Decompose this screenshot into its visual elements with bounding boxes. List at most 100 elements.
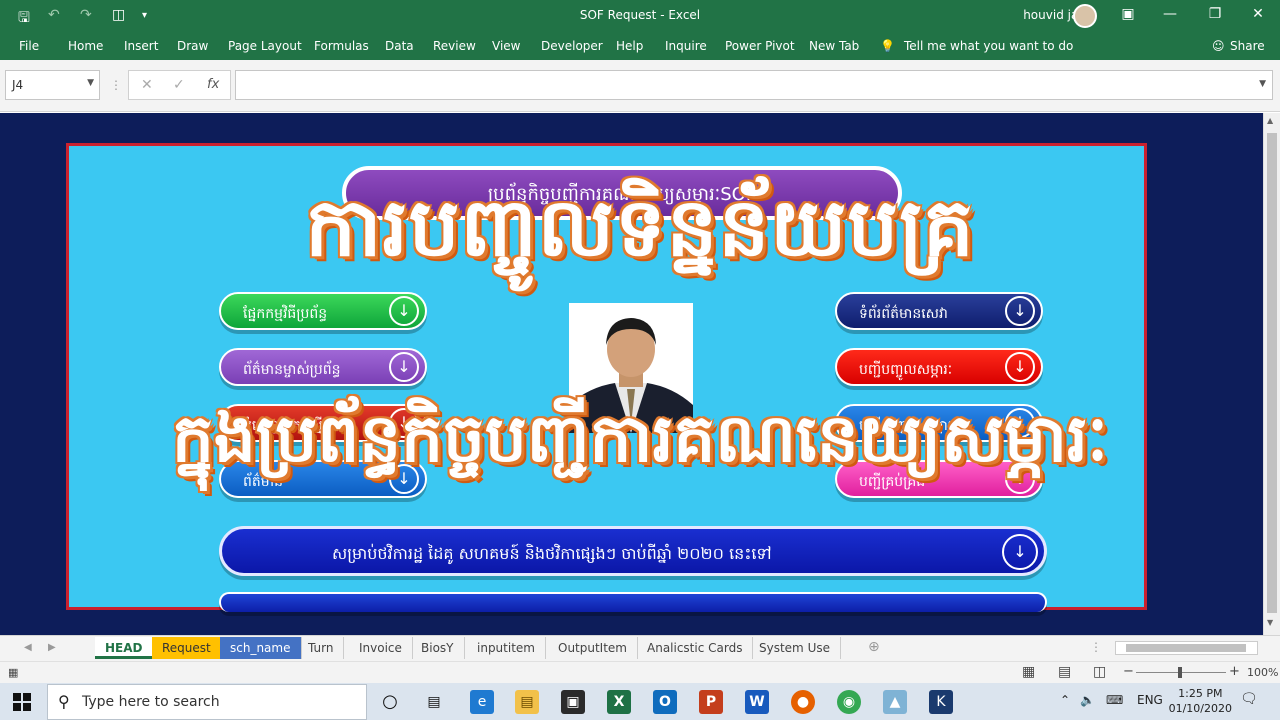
chrome-icon[interactable]: ◉ [837, 690, 861, 714]
tab-home[interactable]: Home [68, 39, 103, 53]
macro-record-icon[interactable]: ▦ [8, 666, 18, 679]
title-bar: 🖫 ↶ ↷ ◫ ▾ SOF Request - Excel houvid jam… [0, 0, 1280, 32]
left-button-2-label: ព័ត៌មានម្ចាស់ប្រព័ន្ធ [243, 362, 341, 378]
notifications-icon[interactable]: 🗨 [1240, 691, 1258, 707]
word-icon[interactable]: W [745, 690, 769, 714]
maximize-icon[interactable]: ❐ [1205, 6, 1225, 22]
left-button-2[interactable]: ព័ត៌មានម្ចាស់ប្រព័ន្ធ ↓ [219, 348, 427, 386]
sheet-tab-analicstic-cards[interactable]: Analicstic Cards [637, 637, 754, 659]
tab-data[interactable]: Data [385, 39, 414, 53]
zoom-in-icon[interactable]: + [1229, 664, 1240, 679]
task-view-icon[interactable]: ▤ [422, 690, 446, 714]
volume-icon[interactable]: 🔈 [1080, 693, 1095, 707]
add-sheet-icon[interactable]: ⊕ [868, 639, 880, 655]
cancel-icon[interactable]: ✕ [141, 77, 153, 93]
taskbar-search[interactable]: ⚲ Type here to search [47, 684, 367, 720]
zoom-slider-thumb[interactable] [1178, 667, 1182, 678]
right-button-2-label: បញ្ជីបញ្ចូលសម្ភារៈ [859, 362, 953, 378]
windows-start-icon[interactable] [13, 693, 31, 711]
close-icon[interactable]: ✕ [1248, 6, 1268, 22]
share-icon: ☺ [1212, 39, 1225, 53]
status-bar: ▦ ▦ ▤ ◫ − + 100% [0, 661, 1280, 683]
enter-icon[interactable]: ✓ [173, 77, 185, 93]
normal-view-icon[interactable]: ▦ [1022, 664, 1035, 680]
chevron-up-icon[interactable]: ⌃ [1060, 693, 1070, 707]
page-break-view-icon[interactable]: ◫ [1093, 664, 1106, 680]
sheet-tab-turn[interactable]: Turn [298, 637, 345, 659]
arrow-down-icon: ↓ [389, 352, 419, 382]
left-button-1-label: ផ្នែកកម្មវិធីប្រព័ន្ធ [243, 306, 328, 322]
scroll-down-icon[interactable]: ▼ [1267, 618, 1273, 627]
edge-icon[interactable]: e [470, 690, 494, 714]
search-icon: ⚲ [58, 692, 70, 711]
clock[interactable]: 1:25 PM 01/10/2020 [1169, 686, 1232, 716]
arrow-down-icon: ↓ [1005, 352, 1035, 382]
lightbulb-icon: 💡 [880, 39, 895, 53]
next-sheet-icon[interactable]: ▶ [48, 642, 56, 653]
file-explorer-icon[interactable]: ▤ [515, 690, 539, 714]
ribbon-tabs: File Home Insert Draw Page Layout Formul… [0, 32, 1280, 60]
sheet-tab-head[interactable]: HEAD [95, 637, 154, 659]
partial-bottom-button[interactable] [219, 592, 1047, 612]
formula-input[interactable]: ▼ [235, 70, 1273, 100]
keyboard-icon[interactable]: ⌨ [1106, 693, 1123, 707]
tab-page-layout[interactable]: Page Layout [228, 39, 302, 53]
share-button[interactable]: Share [1230, 39, 1265, 53]
scroll-up-icon[interactable]: ▲ [1267, 116, 1273, 125]
search-placeholder: Type here to search [82, 694, 220, 710]
tab-view[interactable]: View [492, 39, 520, 53]
left-button-1[interactable]: ផ្នែកកម្មវិធីប្រព័ន្ធ ↓ [219, 292, 427, 330]
long-info-label: សម្រាប់ថវិការដ្ឋ ដៃគូ សហគមន៍ និងថវិកាផ្ស… [332, 544, 772, 563]
outlook-icon[interactable]: O [653, 690, 677, 714]
overlay-title-line-1: ការបញ្ចូលទិន្នន័យបគ្រ [305, 181, 975, 274]
name-box[interactable]: J4 ▼ [5, 70, 100, 100]
horizontal-scrollbar[interactable] [1115, 641, 1258, 655]
prev-sheet-icon[interactable]: ◀ [24, 642, 32, 653]
clock-time: 1:25 PM [1178, 687, 1223, 700]
minimize-icon[interactable]: — [1160, 6, 1180, 22]
tab-review[interactable]: Review [433, 39, 476, 53]
vs-code-icon[interactable]: K [929, 690, 953, 714]
store-icon[interactable]: ▣ [561, 690, 585, 714]
firefox-icon[interactable]: ● [791, 690, 815, 714]
language-indicator[interactable]: ENG [1137, 693, 1163, 707]
zoom-level[interactable]: 100% [1247, 666, 1278, 679]
tab-draw[interactable]: Draw [177, 39, 208, 53]
cortana-icon[interactable]: ○ [378, 690, 402, 714]
excel-icon[interactable]: X [607, 690, 631, 714]
ribbon-display-icon[interactable]: ▣ [1118, 6, 1138, 22]
powerpoint-icon[interactable]: P [699, 690, 723, 714]
zoom-out-icon[interactable]: − [1123, 664, 1134, 679]
arrow-down-icon: ↓ [1005, 296, 1035, 326]
page-layout-view-icon[interactable]: ▤ [1058, 664, 1071, 680]
tab-file[interactable]: File [19, 39, 39, 53]
tell-me-box[interactable]: Tell me what you want to do [904, 39, 1073, 53]
formula-bar: J4 ▼ ⋮ ✕ ✓ fx ▼ [0, 60, 1280, 112]
sheet-tab-system-use[interactable]: System Use [749, 637, 841, 659]
function-icon[interactable]: fx [207, 77, 219, 92]
tab-developer[interactable]: Developer [541, 39, 603, 53]
app-icon[interactable]: ▲ [883, 690, 907, 714]
long-info-button[interactable]: សម្រាប់ថវិការដ្ឋ ដៃគូ សហគមន៍ និងថវិកាផ្ស… [219, 526, 1047, 576]
overlay-title-line-2: ក្នុងប្រព័ន្ធកិច្ចបញ្ជីការគណនេយ្យសម្ភារៈ [171, 400, 1109, 477]
scroll-thumb[interactable] [1126, 644, 1246, 652]
chevron-down-icon[interactable]: ▼ [87, 78, 94, 88]
tab-inquire[interactable]: Inquire [665, 39, 707, 53]
sheet-tab-sch-name[interactable]: sch_name [220, 637, 302, 659]
arrow-down-icon: ↓ [389, 296, 419, 326]
tab-new-tab[interactable]: New Tab [809, 39, 859, 53]
name-box-value: J4 [12, 78, 24, 92]
tab-help[interactable]: Help [616, 39, 643, 53]
tab-formulas[interactable]: Formulas [314, 39, 369, 53]
tab-insert[interactable]: Insert [124, 39, 158, 53]
avatar[interactable] [1073, 4, 1097, 28]
tab-power-pivot[interactable]: Power Pivot [725, 39, 795, 53]
sheet-tab-outputitem[interactable]: OutputItem [548, 637, 638, 659]
expand-formula-icon[interactable]: ▼ [1259, 79, 1266, 89]
sheet-tab-request[interactable]: Request [152, 637, 222, 659]
sheet-tab-biosy[interactable]: BiosY [411, 637, 465, 659]
right-button-1[interactable]: ទំព័រព័ត៌មានសេវា ↓ [835, 292, 1043, 330]
sheet-tab-invoice[interactable]: Invoice [349, 637, 413, 659]
sheet-tab-inputitem[interactable]: inputitem [467, 637, 546, 659]
right-button-2[interactable]: បញ្ជីបញ្ចូលសម្ភារៈ ↓ [835, 348, 1043, 386]
